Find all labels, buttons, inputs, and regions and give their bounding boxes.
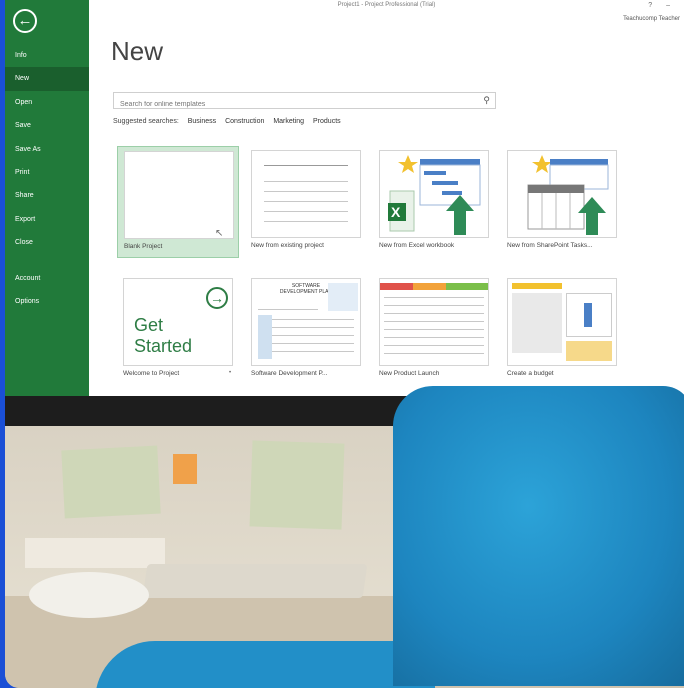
template-new-from-sharepoint[interactable]: New from SharePoint Tasks...: [501, 146, 623, 258]
nav-item-account[interactable]: Account: [5, 267, 89, 290]
nav-item-close[interactable]: Close: [5, 231, 89, 254]
search-icon[interactable]: ⚲: [483, 95, 490, 106]
template-label: New Product Launch: [379, 370, 440, 377]
sharepoint-import-icon: [527, 155, 609, 235]
template-search-box: ⚲: [113, 92, 496, 112]
signed-in-user[interactable]: Teachucomp Teacher: [623, 16, 680, 22]
template-new-product-launch[interactable]: New Product Launch: [373, 274, 495, 386]
suggested-link-marketing[interactable]: Marketing: [273, 118, 304, 125]
get-started-text: Get Started: [134, 315, 193, 356]
template-thumbnail: Get Started →: [123, 278, 233, 366]
blue-office-chair: [393, 386, 684, 686]
template-thumbnail: X: [379, 150, 489, 238]
nav-item-open[interactable]: Open: [5, 91, 89, 114]
nav-item-save[interactable]: Save: [5, 114, 89, 137]
mouse-cursor-icon: ↖: [215, 228, 224, 239]
suggested-link-business[interactable]: Business: [188, 118, 216, 125]
page-title: New: [111, 36, 164, 66]
nav-item-info[interactable]: Info: [5, 44, 89, 67]
template-new-from-existing[interactable]: New from existing project: [245, 146, 367, 258]
office-desk-photo: [5, 386, 684, 688]
backstage-nav: Info New Open Save Save As Print Share E…: [5, 44, 89, 313]
template-label: Welcome to Project: [123, 370, 180, 377]
template-thumbnail: [379, 278, 489, 366]
window-controls[interactable]: ? –: [648, 2, 676, 9]
papers: [25, 538, 165, 568]
project-backstage-screen: ← Info New Open Save Save As Print Share…: [5, 0, 684, 396]
suggested-searches-label: Suggested searches:: [113, 118, 179, 125]
suggested-link-construction[interactable]: Construction: [225, 118, 264, 125]
template-create-a-budget[interactable]: Create a budget: [501, 274, 623, 386]
template-blank-project[interactable]: ↖ Blank Project: [117, 146, 239, 258]
window-title: Project1 - Project Professional (Trial): [337, 2, 436, 8]
computer-mouse: [29, 572, 149, 618]
nav-item-options[interactable]: Options: [5, 290, 89, 313]
pin-icon[interactable]: •: [229, 370, 231, 376]
template-label: New from Excel workbook: [379, 242, 455, 249]
nav-item-save-as[interactable]: Save As: [5, 138, 89, 161]
nav-item-share[interactable]: Share: [5, 184, 89, 207]
template-welcome-to-project[interactable]: Get Started → Welcome to Project •: [117, 274, 239, 386]
nav-item-export[interactable]: Export: [5, 208, 89, 231]
template-label: Create a budget: [507, 370, 554, 377]
template-software-development[interactable]: SOFTWARE DEVELOPMENT PLAN Software Devel…: [245, 274, 367, 386]
template-thumbnail: [507, 278, 617, 366]
template-label: Blank Project: [124, 243, 163, 250]
template-label: New from existing project: [251, 242, 324, 249]
svg-text:X: X: [391, 204, 401, 220]
sticky-note: [249, 440, 345, 530]
template-search-input[interactable]: [114, 97, 476, 112]
back-arrow-icon[interactable]: ←: [13, 9, 37, 33]
software-plan-heading: SOFTWARE DEVELOPMENT PLAN: [279, 283, 333, 295]
backstage-sidebar: ← Info New Open Save Save As Print Share…: [5, 0, 89, 396]
sticky-note: [173, 454, 197, 484]
template-label: New from SharePoint Tasks...: [507, 242, 593, 249]
template-thumbnail: SOFTWARE DEVELOPMENT PLAN: [251, 278, 361, 366]
arrow-right-icon: →: [206, 287, 228, 309]
suggested-link-products[interactable]: Products: [313, 118, 341, 125]
photo-frame: ← Info New Open Save Save As Print Share…: [5, 0, 684, 688]
suggested-searches: Suggested searches: Business Constructio…: [113, 118, 348, 125]
template-thumbnail: ↖: [124, 151, 234, 239]
keyboard: [142, 564, 368, 598]
nav-item-new[interactable]: New: [5, 67, 89, 91]
template-label: Software Development P...: [251, 370, 328, 377]
nav-item-print[interactable]: Print: [5, 161, 89, 184]
template-thumbnail: [507, 150, 617, 238]
chair-armrest: [95, 641, 435, 688]
excel-import-icon: X: [388, 155, 481, 235]
template-thumbnail: [251, 150, 361, 238]
template-new-from-excel[interactable]: X New from Excel workbook: [373, 146, 495, 258]
sticky-note: [61, 445, 161, 519]
